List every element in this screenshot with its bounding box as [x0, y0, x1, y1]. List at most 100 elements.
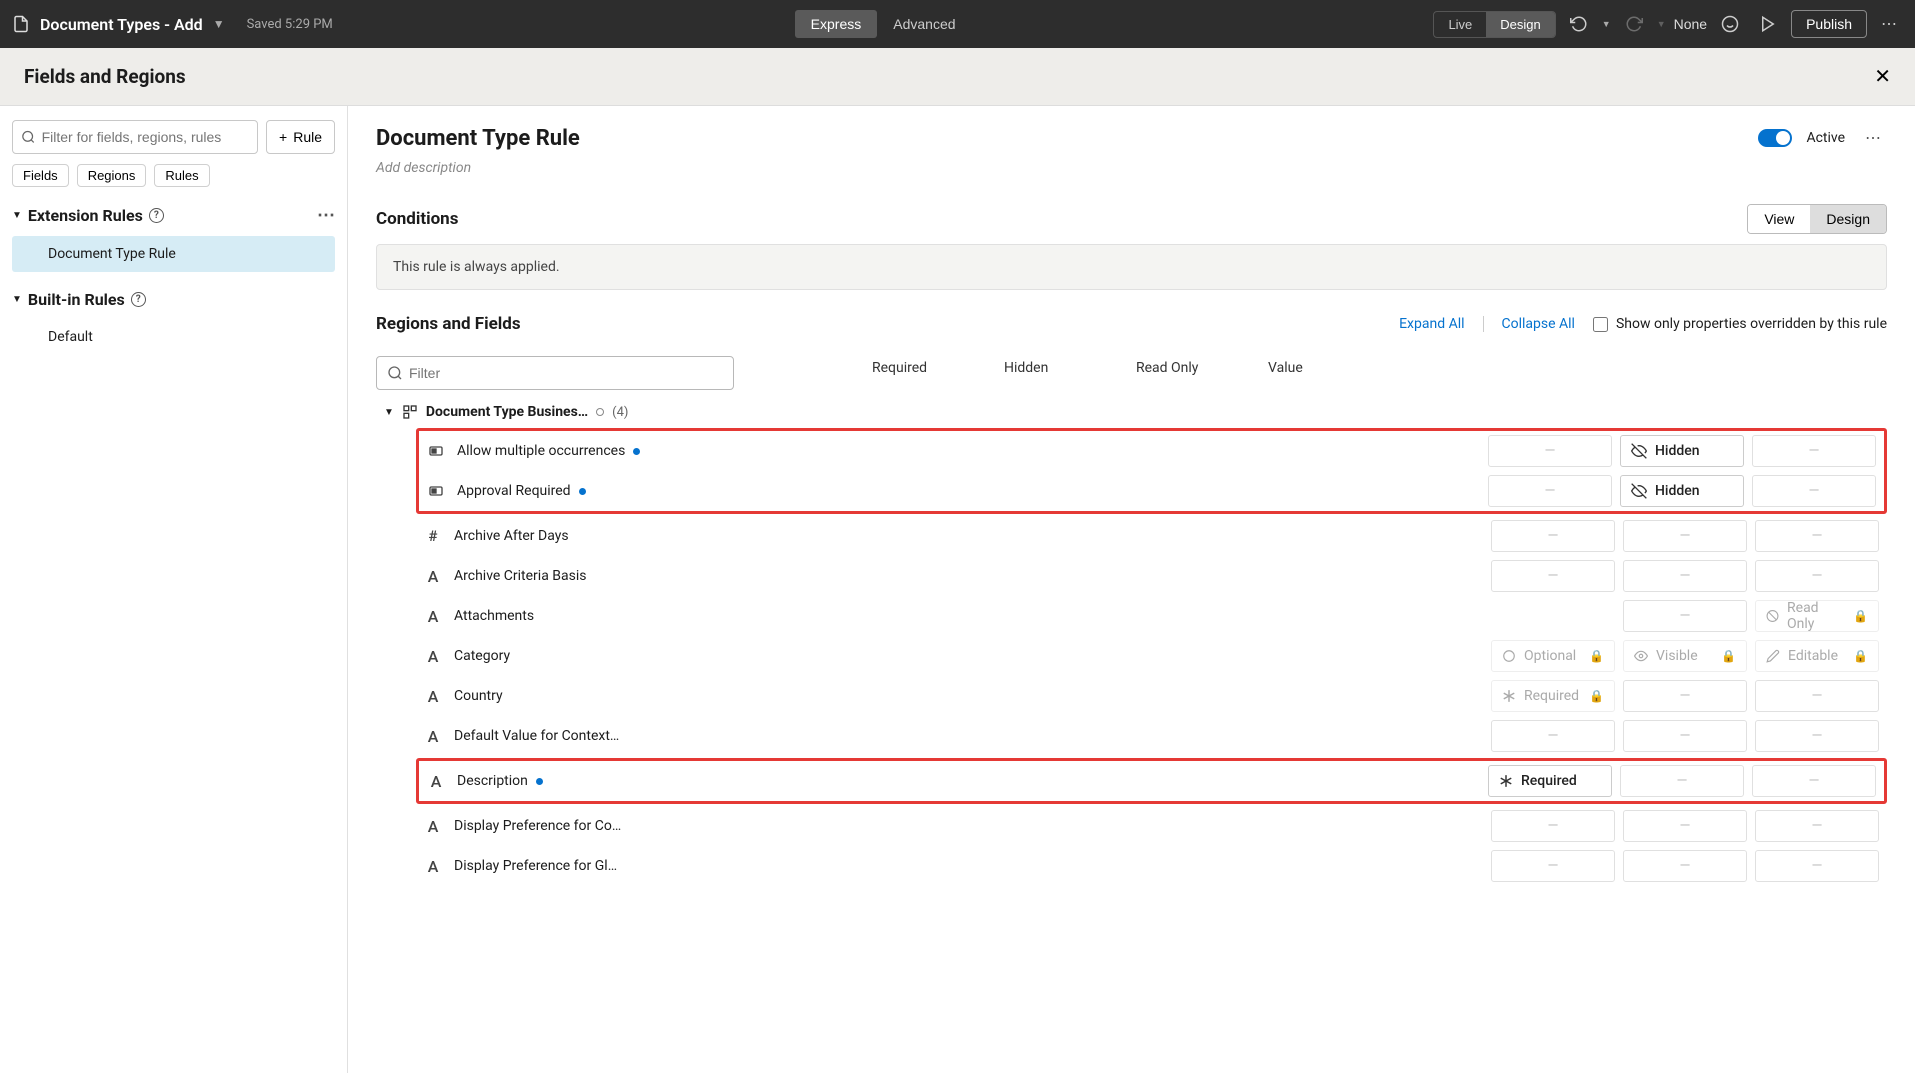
cell-req[interactable]: — [1488, 435, 1612, 467]
filter-input[interactable] [409, 365, 723, 381]
add-rule-button[interactable]: + Rule [266, 120, 335, 154]
table-header: Required Hidden Read Only Value [376, 338, 1887, 398]
cell-required[interactable]: Required [1488, 765, 1612, 797]
emoji-icon[interactable] [1715, 11, 1745, 37]
active-label: Active [1806, 130, 1845, 146]
search-icon [387, 365, 403, 381]
show-overridden-checkbox[interactable] [1593, 317, 1608, 332]
field-row[interactable]: AArchive Criteria Basis——— [376, 556, 1887, 596]
cell-hidden[interactable]: Visible🔒 [1623, 640, 1747, 672]
field-row[interactable]: ADescriptionRequired—— [419, 761, 1884, 801]
field-cells: Required—— [1488, 765, 1884, 797]
cell-required[interactable]: Optional🔒 [1491, 640, 1615, 672]
cell-hidden[interactable]: — [1623, 600, 1747, 632]
field-row[interactable]: A Attachments —Read Only🔒 [376, 596, 1887, 636]
undo-dropdown-chevron[interactable]: ▼ [1602, 19, 1611, 30]
extension-rules-header[interactable]: ▼ Extension Rules ? ⋯ [12, 205, 335, 226]
field-row[interactable]: Approval Required—Hidden— [419, 471, 1884, 511]
field-row[interactable]: Allow multiple occurrences—Hidden— [419, 431, 1884, 471]
redo-dropdown-chevron[interactable]: ▼ [1657, 19, 1666, 30]
express-mode-button[interactable]: Express [795, 10, 878, 38]
builtin-rules-header[interactable]: ▼ Built-in Rules ? [12, 290, 335, 309]
undo-icon[interactable] [1564, 11, 1594, 37]
cell-req[interactable]: — [1491, 850, 1615, 882]
redo-icon[interactable] [1619, 11, 1649, 37]
more-icon[interactable]: ⋯ [1875, 10, 1903, 38]
advanced-mode-button[interactable]: Advanced [877, 10, 971, 38]
cell-hidden[interactable]: Hidden [1620, 435, 1744, 467]
show-overridden-label[interactable]: Show only properties overridden by this … [1593, 316, 1887, 332]
conditions-box[interactable]: This rule is always applied. [376, 244, 1887, 290]
live-button[interactable]: Live [1434, 12, 1486, 37]
cell-hidden[interactable]: — [1623, 560, 1747, 592]
cell-ro[interactable]: — [1755, 810, 1879, 842]
cell-hidden[interactable]: — [1620, 765, 1744, 797]
conditions-design-button[interactable]: Design [1810, 205, 1886, 233]
cell-required[interactable]: Required🔒 [1491, 680, 1615, 712]
field-type-icon: A [424, 647, 442, 666]
none-button[interactable]: None [1674, 16, 1707, 32]
cell-ro[interactable]: — [1752, 475, 1876, 507]
field-type-icon: A [424, 607, 442, 626]
cell-readonly[interactable]: Editable🔒 [1755, 640, 1879, 672]
help-icon[interactable]: ? [149, 208, 164, 223]
field-type-icon: A [427, 772, 445, 791]
cell-ro[interactable]: — [1755, 850, 1879, 882]
sidebar-item-document-type-rule[interactable]: Document Type Rule [12, 236, 335, 272]
cell-ro[interactable]: — [1755, 720, 1879, 752]
cell-ro[interactable]: — [1755, 680, 1879, 712]
sidebar-item-default[interactable]: Default [12, 319, 335, 355]
chip-fields[interactable]: Fields [12, 164, 69, 187]
design-button[interactable]: Design [1486, 12, 1554, 37]
title-dropdown-chevron[interactable]: ▼ [213, 17, 225, 31]
group-row[interactable]: ▼ Document Type Busines… (4) [376, 398, 1887, 426]
sidebar-search-input[interactable] [42, 129, 249, 145]
cell-readonly[interactable]: Read Only🔒 [1755, 600, 1879, 632]
play-icon[interactable] [1753, 11, 1783, 37]
cell-ro[interactable]: — [1752, 435, 1876, 467]
collapse-all-link[interactable]: Collapse All [1502, 316, 1575, 332]
field-name: Attachments [454, 608, 534, 624]
close-icon[interactable]: ✕ [1874, 64, 1891, 89]
field-cells: ——— [1491, 560, 1887, 592]
publish-button[interactable]: Publish [1791, 10, 1867, 38]
description-placeholder[interactable]: Add description [376, 160, 1887, 176]
cell-ro[interactable]: — [1755, 520, 1879, 552]
cell-hidden[interactable]: — [1623, 520, 1747, 552]
section-more-icon[interactable]: ⋯ [317, 205, 335, 226]
group-count: (4) [612, 405, 628, 420]
active-toggle[interactable] [1758, 129, 1792, 147]
expand-all-link[interactable]: Expand All [1399, 316, 1464, 332]
field-row[interactable]: ADefault Value for Context…——— [376, 716, 1887, 756]
cell-req[interactable]: — [1491, 520, 1615, 552]
cell-req[interactable]: — [1491, 810, 1615, 842]
chip-rules[interactable]: Rules [154, 164, 209, 187]
cell-hidden[interactable]: — [1623, 720, 1747, 752]
sidebar-search[interactable] [12, 120, 258, 154]
chip-regions[interactable]: Regions [77, 164, 147, 187]
cell-hidden[interactable]: — [1623, 850, 1747, 882]
help-icon[interactable]: ? [131, 292, 146, 307]
column-required: Required [872, 360, 1004, 376]
field-row[interactable]: ADisplay Preference for Co…——— [376, 806, 1887, 846]
field-name: Display Preference for Gl… [454, 858, 617, 874]
field-row[interactable]: ACategoryOptional🔒Visible🔒Editable🔒 [376, 636, 1887, 676]
group-name: Document Type Busines… [426, 404, 588, 420]
conditions-view-button[interactable]: View [1748, 205, 1810, 233]
cell-req[interactable]: — [1491, 560, 1615, 592]
cell-ro[interactable]: — [1752, 765, 1876, 797]
cell-req[interactable]: — [1491, 720, 1615, 752]
conditions-title: Conditions [376, 209, 458, 229]
cell-ro[interactable]: — [1755, 560, 1879, 592]
cell-hidden[interactable]: Hidden [1620, 475, 1744, 507]
cell-hidden[interactable]: — [1623, 680, 1747, 712]
rule-more-icon[interactable]: ⋯ [1859, 124, 1887, 152]
cell-req[interactable]: — [1488, 475, 1612, 507]
sidebar-toolbar: + Rule [12, 120, 335, 154]
cell-hidden[interactable]: — [1623, 810, 1747, 842]
field-row[interactable]: #Archive After Days——— [376, 516, 1887, 556]
filter-input-wrap[interactable] [376, 356, 734, 390]
field-cells: ——— [1491, 850, 1887, 882]
field-row[interactable]: ADisplay Preference for Gl…——— [376, 846, 1887, 886]
field-row[interactable]: ACountryRequired🔒—— [376, 676, 1887, 716]
